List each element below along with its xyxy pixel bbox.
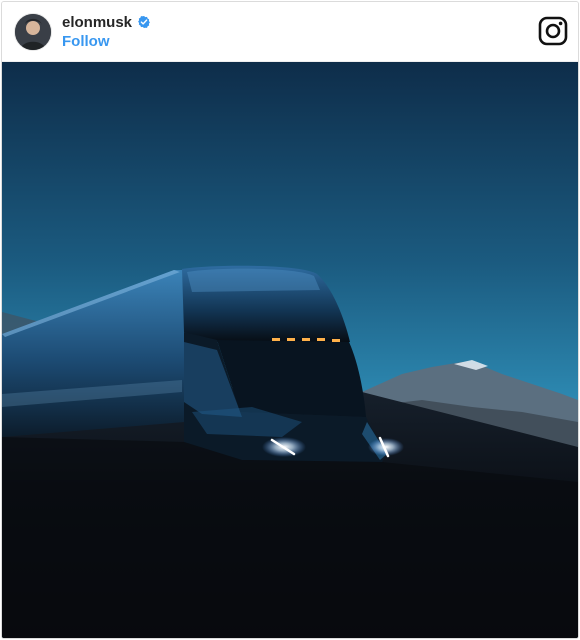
- truck-photo: [2, 62, 578, 638]
- instagram-icon[interactable]: [538, 16, 568, 46]
- profile-avatar-icon: [15, 14, 51, 50]
- post-header: elonmusk Follow: [2, 2, 578, 62]
- username[interactable]: elonmusk: [62, 14, 132, 32]
- instagram-embed-post: elonmusk Follow: [1, 1, 579, 639]
- post-image[interactable]: [2, 62, 578, 638]
- avatar[interactable]: [14, 13, 52, 51]
- verified-badge-icon: [138, 16, 150, 28]
- follow-button[interactable]: Follow: [62, 33, 110, 51]
